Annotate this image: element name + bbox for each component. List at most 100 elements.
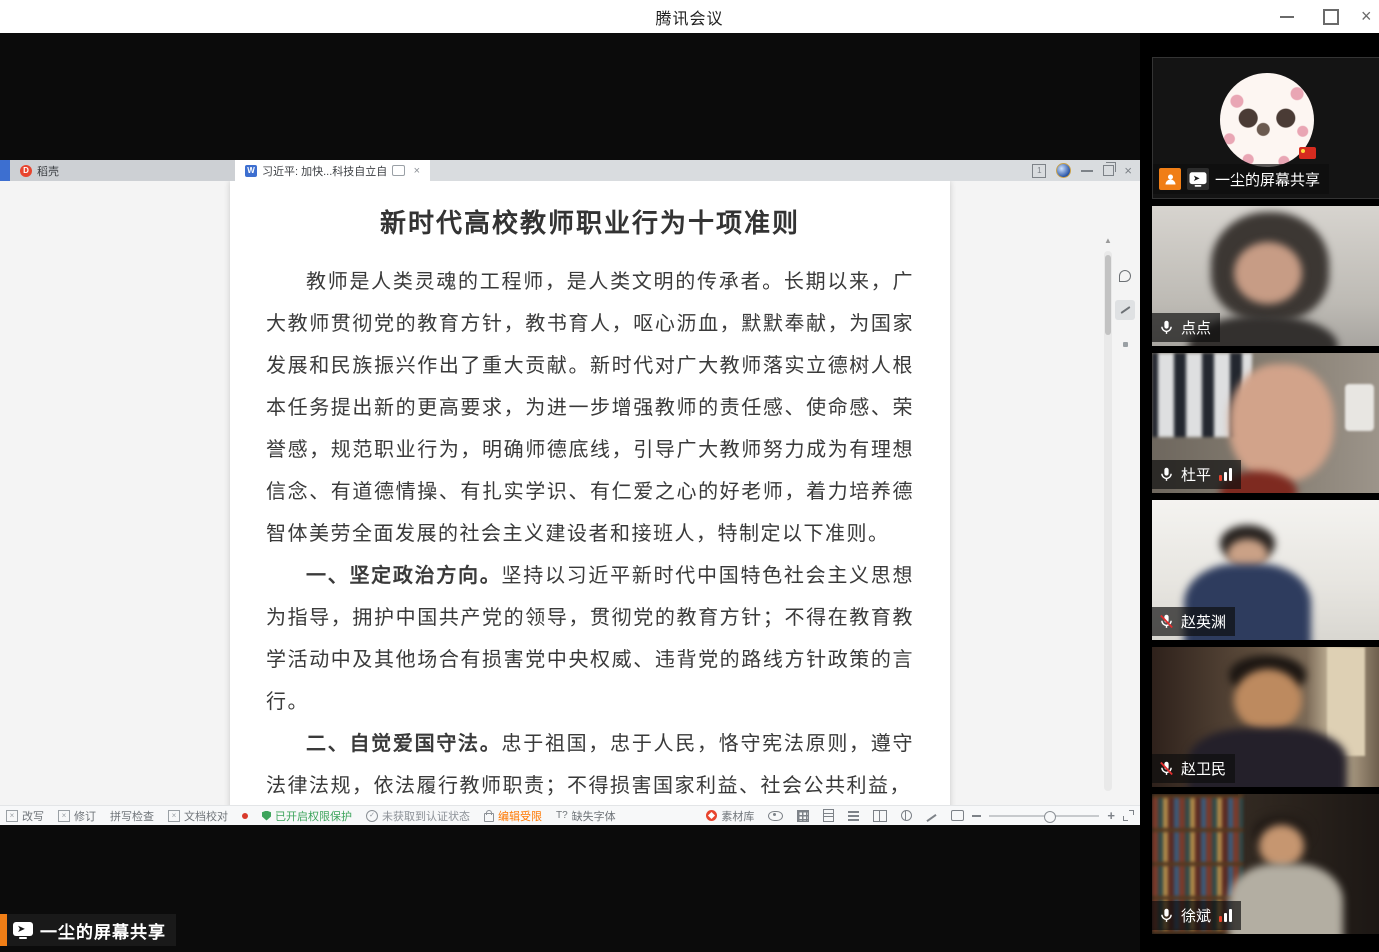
mic-on-icon	[1158, 319, 1175, 336]
permission-status[interactable]: 已开启权限保护	[262, 808, 352, 824]
tab-document[interactable]: W 习近平: 加快...科技自立自强 ×	[235, 160, 430, 181]
document-body: 教师是人类灵魂的工程师，是人类文明的传承者。长期以来，广大教师贯彻党的教育方针，…	[266, 260, 914, 805]
window-controls: ×	[1265, 0, 1379, 33]
meeting-titlebar: 腾讯会议 ×	[0, 0, 1379, 33]
assets-library-button[interactable]: 素材库	[706, 808, 754, 824]
video-frame-detail	[1234, 669, 1302, 731]
tabbar-right-controls: 1 ×	[1032, 160, 1140, 181]
document-page: 新时代高校教师职业行为十项准则 教师是人类灵魂的工程师，是人类文明的传承者。长期…	[230, 181, 950, 805]
shared-wps-window: D 稻壳 W 习近平: 加快...科技自立自强 × 1 ×	[0, 160, 1140, 825]
video-frame-detail	[1229, 364, 1333, 482]
zoom-out-icon[interactable]	[972, 815, 981, 817]
wps-restore-icon[interactable]	[1103, 165, 1114, 176]
shield-icon	[262, 811, 271, 821]
close-icon: ×	[1361, 6, 1372, 27]
zoom-in-icon[interactable]: +	[1107, 811, 1115, 821]
tab-close-icon[interactable]: ×	[414, 165, 420, 177]
quick-tool-pen-icon[interactable]	[1115, 300, 1135, 320]
account-avatar-icon[interactable]	[1056, 163, 1071, 178]
grid-view-icon[interactable]	[797, 810, 809, 822]
minimize-button[interactable]	[1265, 0, 1309, 33]
scrollbar-thumb[interactable]	[1105, 255, 1111, 335]
presenter-share-label: ➤ 一尘的屏幕共享	[0, 914, 176, 946]
scroll-up-icon[interactable]: ▲	[1104, 237, 1112, 245]
screen-share-area: D 稻壳 W 习近平: 加快...科技自立自强 × 1 ×	[0, 33, 1140, 952]
auth-status[interactable]: ✓未获取到认证状态	[366, 808, 470, 824]
lock-icon	[484, 813, 494, 822]
web-view-icon[interactable]	[901, 810, 912, 821]
paragraph-intro: 教师是人类灵魂的工程师，是人类文明的传承者。长期以来，广大教师贯彻党的教育方针，…	[266, 260, 914, 554]
participant-name-tag: 点点	[1152, 313, 1220, 342]
video-frame-detail	[1234, 242, 1302, 304]
checkbox-icon: ×	[168, 810, 180, 822]
proofread-toggle[interactable]: ×文档校对	[168, 808, 228, 824]
speaking-volume-icon	[1219, 909, 1232, 922]
participant-tile[interactable]: 点点	[1152, 206, 1379, 346]
participant-name-tag: 杜平	[1152, 460, 1241, 489]
fullscreen-icon[interactable]	[1123, 810, 1134, 821]
quick-tool-brush-icon[interactable]	[1115, 266, 1135, 286]
wps-window-edge	[0, 160, 10, 181]
participant-name-tag: 徐斌	[1152, 901, 1241, 930]
spellcheck-toggle[interactable]: 拼写检查	[110, 808, 154, 824]
meeting-stage: D 稻壳 W 习近平: 加快...科技自立自强 × 1 ×	[0, 33, 1379, 952]
mic-on-icon	[1158, 907, 1175, 924]
close-button[interactable]: ×	[1353, 0, 1379, 33]
maximize-button[interactable]	[1309, 0, 1353, 33]
eye-protect-icon[interactable]	[768, 811, 783, 821]
fit-page-icon[interactable]	[951, 810, 964, 821]
rewrite-toggle[interactable]: ×改写	[6, 808, 44, 824]
zoom-slider-handle[interactable]	[1044, 811, 1056, 823]
checkbox-icon: ×	[6, 810, 18, 822]
wps-minimize-icon[interactable]	[1081, 170, 1093, 172]
wps-tab-bar: D 稻壳 W 习近平: 加快...科技自立自强 × 1 ×	[0, 160, 1140, 181]
participant-tile[interactable]: 赵卫民	[1152, 647, 1379, 787]
tab-docer-label: 稻壳	[37, 163, 59, 179]
video-frame-detail	[1345, 384, 1375, 432]
missing-font-status[interactable]: T?缺失字体	[556, 808, 616, 824]
participant-name-tag: 赵英渊	[1152, 607, 1235, 636]
checkbox-icon: ×	[58, 810, 70, 822]
video-frame-detail	[1229, 864, 1343, 934]
wps-status-bar: ×改写 ×修订 拼写检查 ×文档校对 已开启权限保护 ✓未获取到认证状态 编辑受…	[0, 805, 1140, 825]
revise-toggle[interactable]: ×修订	[58, 808, 96, 824]
video-frame-detail	[1259, 825, 1304, 867]
tab-docer[interactable]: D 稻壳	[10, 160, 235, 181]
paragraph-rule-1: 一、坚定政治方向。坚持以习近平新时代中国特色社会主义思想为指导，拥护中国共产党的…	[266, 554, 914, 722]
presenter-avatar	[1220, 73, 1314, 167]
participant-name-tag: ➤ 一尘的屏幕共享	[1153, 164, 1329, 194]
participant-tile-presenter[interactable]: ➤ 一尘的屏幕共享	[1152, 57, 1379, 199]
missing-font-icon: T?	[556, 810, 568, 821]
flag-badge	[1299, 147, 1316, 159]
check-circle-icon: ✓	[366, 810, 378, 822]
participant-tile[interactable]: 徐斌	[1152, 794, 1379, 934]
read-view-icon[interactable]	[873, 810, 887, 822]
participant-name: 一尘的屏幕共享	[1215, 169, 1320, 190]
participant-name: 杜平	[1181, 464, 1211, 485]
participant-sidebar: ➤ 一尘的屏幕共享 点点	[1140, 33, 1379, 952]
tab-document-label: 习近平: 加快...科技自立自强	[262, 163, 387, 179]
tabbar-spacer	[430, 160, 1032, 181]
accent-bar	[0, 914, 7, 946]
wps-close-icon[interactable]: ×	[1124, 163, 1132, 178]
document-side-tools	[1114, 266, 1136, 354]
page-view-icon[interactable]	[823, 809, 834, 822]
mic-muted-icon	[1158, 613, 1175, 630]
presenter-share-text: 一尘的屏幕共享	[40, 918, 166, 943]
document-scrollbar[interactable]: ▲	[1104, 251, 1112, 791]
minimize-icon	[1280, 16, 1294, 18]
participant-tile[interactable]: 杜平	[1152, 353, 1379, 493]
outline-view-icon[interactable]	[848, 811, 859, 821]
docer-icon: D	[20, 165, 32, 177]
document-icon: W	[245, 165, 257, 177]
speaking-volume-icon	[1219, 468, 1232, 481]
quick-tool-more-icon[interactable]	[1115, 334, 1135, 354]
ink-view-icon[interactable]	[927, 814, 937, 822]
sharing-screen-icon: ➤	[1187, 168, 1209, 190]
zoom-slider[interactable]	[989, 815, 1099, 817]
comment-icon[interactable]	[392, 165, 405, 176]
maximize-icon	[1323, 9, 1339, 25]
participant-tile[interactable]: 赵英渊	[1152, 500, 1379, 640]
page-layout-icon[interactable]: 1	[1032, 164, 1046, 178]
edit-limited-status[interactable]: 编辑受限	[484, 808, 542, 824]
